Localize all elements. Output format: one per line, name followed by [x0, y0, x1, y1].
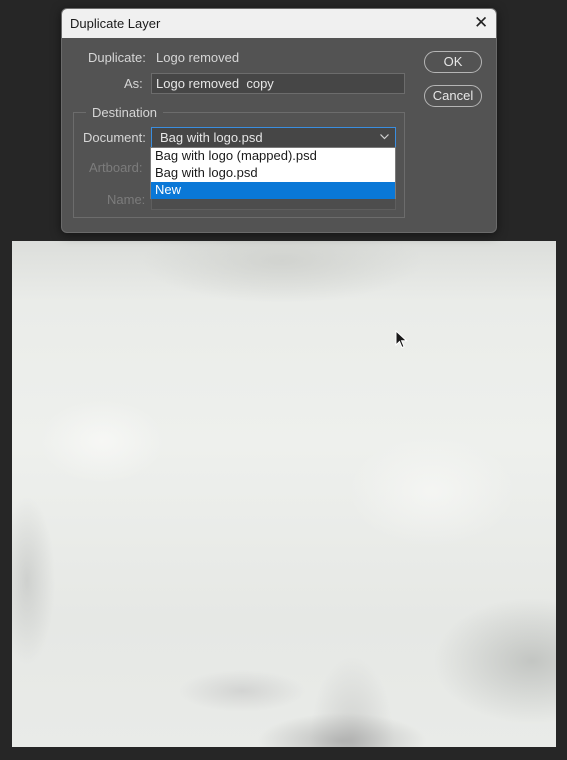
document-canvas[interactable] — [12, 241, 556, 747]
dropdown-option-new[interactable]: New — [151, 182, 395, 199]
as-label: As: — [124, 76, 143, 91]
dropdown-option-label: Bag with logo.psd — [155, 165, 258, 180]
dropdown-option-bag-with-logo[interactable]: Bag with logo.psd — [151, 165, 395, 182]
duplicate-value: Logo removed — [156, 50, 240, 65]
ok-button[interactable]: OK — [424, 51, 482, 73]
close-button[interactable]: ✕ — [466, 9, 496, 38]
close-icon: ✕ — [474, 13, 489, 32]
dropdown-option-mapped[interactable]: Bag with logo (mapped).psd — [151, 148, 395, 165]
mouse-pointer-icon — [395, 330, 408, 349]
as-name-value: Logo removed copy — [156, 76, 274, 91]
dialog-titlebar[interactable]: Duplicate Layer ✕ — [62, 9, 496, 38]
as-name-input[interactable]: Logo removed copy — [151, 73, 405, 94]
destination-legend: Destination — [86, 105, 164, 120]
dialog-title: Duplicate Layer — [70, 16, 161, 31]
dropdown-option-label: New — [155, 182, 182, 197]
duplicate-layer-dialog: Duplicate Layer ✕ Duplicate: Logo remove… — [61, 8, 497, 233]
name-label: Name: — [107, 192, 146, 207]
document-select[interactable]: Bag with logo.psd — [151, 127, 396, 148]
cancel-button[interactable]: Cancel — [424, 85, 482, 107]
duplicate-label: Duplicate: — [88, 50, 146, 65]
document-select-value: Bag with logo.psd — [160, 130, 263, 145]
artboard-label: Artboard: — [89, 160, 143, 175]
chevron-down-icon — [380, 134, 389, 140]
document-label: Document: — [83, 130, 146, 145]
dropdown-option-label: Bag with logo (mapped).psd — [155, 148, 317, 163]
document-dropdown-list: Bag with logo (mapped).psd Bag with logo… — [150, 147, 396, 199]
